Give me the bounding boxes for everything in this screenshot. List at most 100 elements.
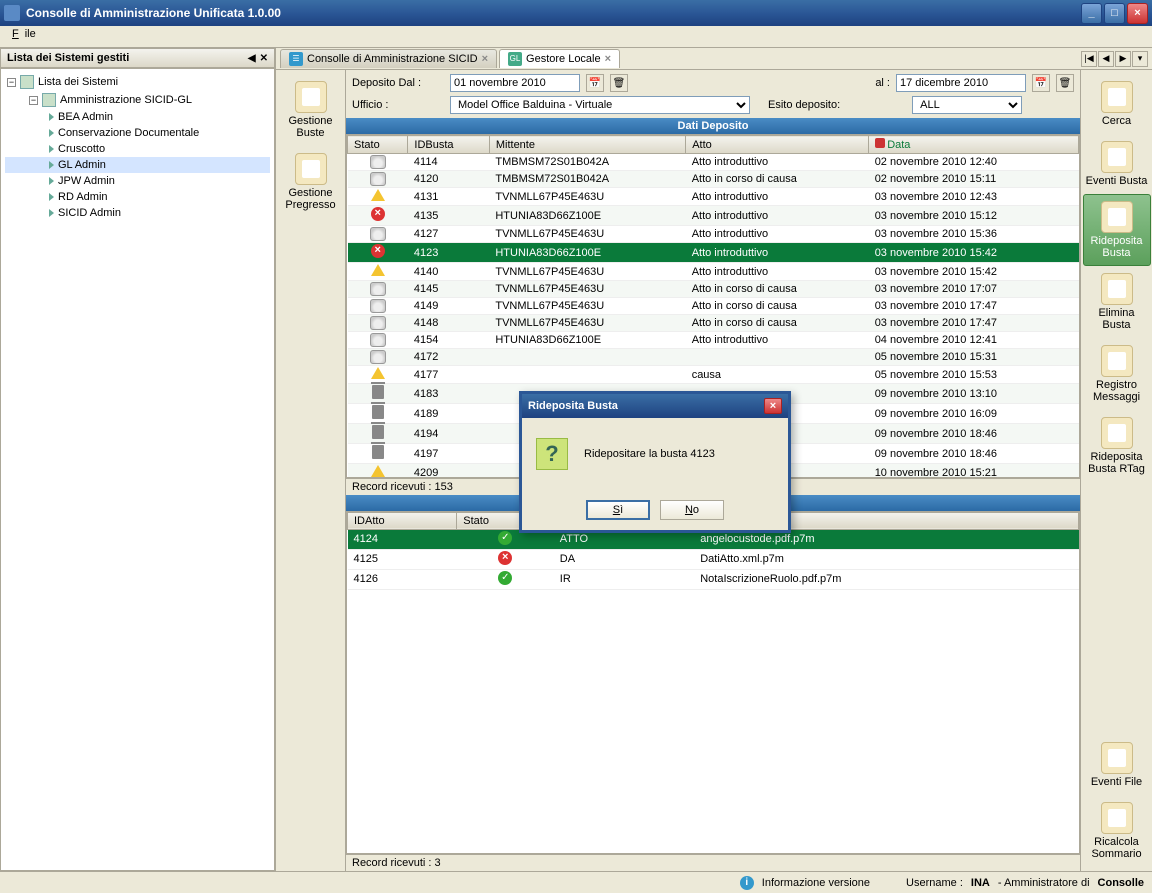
tab-icon: GL [508,52,522,66]
left-panel-title: Lista dei Sistemi gestiti [7,52,129,64]
tree-item-bea-admin[interactable]: BEA Admin [5,109,270,125]
right-tool-rideposita-busta[interactable]: Rideposita Busta [1083,194,1151,266]
table-row[interactable]: 4123HTUNIA83D66Z100EAtto introduttivo03 … [348,243,1079,263]
left-panel-header: Lista dei Sistemi gestiti ◀ ✕ [0,48,275,68]
tab-close-icon[interactable]: × [482,53,488,65]
table-row[interactable]: 4140TVNMLL67P45E463UAtto introduttivo03 … [348,263,1079,281]
table-row[interactable]: 4148TVNMLL67P45E463UAtto in corso di cau… [348,315,1079,332]
side-tool-0[interactable]: Gestione Buste [279,74,343,146]
folder-icon [42,93,56,107]
tool-icon [1101,201,1133,233]
stato-hand-icon [370,299,386,313]
dialog-titlebar: Rideposita Busta × [522,394,788,418]
tab-0[interactable]: ☰Consolle di Amministrazione SICID× [280,49,497,68]
stato-hand-icon [370,316,386,330]
dialog-close-button[interactable]: × [764,398,782,414]
side-tools: Gestione BusteGestione Pregresso [276,70,346,871]
tree-toggle-icon[interactable]: − [7,78,16,87]
tab-nav-menu[interactable]: ▾ [1132,51,1148,67]
minimize-button[interactable]: _ [1081,3,1102,24]
col-mittente[interactable]: Mittente [489,136,685,154]
esito-label: Esito deposito: [768,99,840,111]
col-idatto[interactable]: IDAtto [348,512,457,529]
panel-close-icon[interactable]: ✕ [260,53,268,64]
clear-al-icon[interactable]: 🗑 [1056,74,1074,92]
calendar-icon[interactable]: 📅 [586,74,604,92]
stato-ok-icon [498,571,512,585]
close-button[interactable]: × [1127,3,1148,24]
tab-nav-first[interactable]: |◀ [1081,51,1097,67]
right-tool-ricalcola-sommario[interactable]: Ricalcola Sommario [1083,795,1151,867]
table-row[interactable]: 4114TMBMSM72S01B042AAtto introduttivo02 … [348,154,1079,171]
status-app: Consolle [1098,877,1144,889]
status-info[interactable]: Informazione versione [762,877,870,889]
stato-err-icon [371,207,385,221]
clear-dal-icon[interactable]: 🗑 [610,74,628,92]
rideposita-dialog: Rideposita Busta × ? Ridepositare la bus… [519,391,791,533]
right-tool-cerca[interactable]: Cerca [1083,74,1151,134]
table-row[interactable]: 4149TVNMLL67P45E463UAtto in corso di cau… [348,298,1079,315]
calendar-icon[interactable]: 📅 [1032,74,1050,92]
systems-tree[interactable]: − Lista dei Sistemi − Amministrazione SI… [0,68,275,871]
side-tool-1[interactable]: Gestione Pregresso [279,146,343,218]
table-row[interactable]: 4177causa05 novembre 2010 15:53 [348,366,1079,384]
statusbar: i Informazione versione Username : INA -… [0,871,1152,893]
table-row[interactable]: 4131TVNMLL67P45E463UAtto introduttivo03 … [348,188,1079,206]
tree-item-rd-admin[interactable]: RD Admin [5,189,270,205]
sort-icon [875,138,885,148]
right-tool-elimina-busta[interactable]: Elimina Busta [1083,266,1151,338]
info-icon[interactable]: i [740,876,754,890]
question-icon: ? [536,438,568,470]
maximize-button[interactable]: □ [1104,3,1125,24]
tab-1[interactable]: GLGestore Locale× [499,49,620,68]
tool-icon [1101,802,1133,834]
tab-close-icon[interactable]: × [605,53,611,65]
menu-file[interactable]: File [6,26,48,42]
stato-hand-icon [370,333,386,347]
tree-item-jpw-admin[interactable]: JPW Admin [5,173,270,189]
table-row[interactable]: 4127TVNMLL67P45E463UAtto introduttivo03 … [348,226,1079,243]
tab-nav-prev[interactable]: ◀ [1098,51,1114,67]
tree-node[interactable]: − Amministrazione SICID-GL [5,91,270,109]
stato-ok-icon [498,531,512,545]
tool-icon [1101,345,1133,377]
esito-select[interactable]: ALL [912,96,1022,114]
col-data[interactable]: Data [869,136,1079,154]
al-label: al : [875,77,890,89]
dettaglio-grid[interactable]: IDAttoStatoTipo AttoNome File 4124ATTOan… [346,511,1080,855]
right-tool-registro-messaggi[interactable]: Registro Messaggi [1083,338,1151,410]
tree-item-gl-admin[interactable]: GL Admin [5,157,270,173]
col-stato[interactable]: Stato [348,136,408,154]
table-row[interactable]: 4125DADatiAtto.xml.p7m [348,549,1079,569]
right-tool-eventi-busta[interactable]: Eventi Busta [1083,134,1151,194]
table-row[interactable]: 417205 novembre 2010 15:31 [348,349,1079,366]
col-idbusta[interactable]: IDBusta [408,136,489,154]
col-atto[interactable]: Atto [686,136,869,154]
stato-warn-icon [371,264,385,276]
deposito-dal-input[interactable] [450,74,580,92]
table-row[interactable]: 4126IRNotaIscrizioneRuolo.pdf.p7m [348,569,1079,589]
folder-icon [20,75,34,89]
bullet-icon [49,145,54,153]
filter-bar: Deposito Dal : 📅 🗑 al : 📅 🗑 Ufficio : Mo… [346,70,1080,118]
dialog-no-button[interactable]: No [660,500,724,520]
right-tool-eventi-file[interactable]: Eventi File [1083,735,1151,795]
tree-item-cruscotto[interactable]: Cruscotto [5,141,270,157]
tree-item-sicid-admin[interactable]: SICID Admin [5,205,270,221]
menubar: File [0,26,1152,48]
table-row[interactable]: 4120TMBMSM72S01B042AAtto in corso di cau… [348,171,1079,188]
right-tool-rideposita-busta-rtag[interactable]: Rideposita Busta RTag [1083,410,1151,482]
tab-nav-next[interactable]: ▶ [1115,51,1131,67]
dialog-yes-button[interactable]: Sì [586,500,650,520]
al-input[interactable] [896,74,1026,92]
panel-collapse-icon[interactable]: ◀ [248,53,256,64]
table-row[interactable]: 4135HTUNIA83D66Z100EAtto introduttivo03 … [348,206,1079,226]
tree-toggle-icon[interactable]: − [29,96,38,105]
tree-root[interactable]: − Lista dei Sistemi [5,73,270,91]
table-row[interactable]: 4145TVNMLL67P45E463UAtto in corso di cau… [348,281,1079,298]
dialog-title: Rideposita Busta [528,400,618,412]
table-row[interactable]: 4154HTUNIA83D66Z100EAtto introduttivo04 … [348,332,1079,349]
tree-item-conservazione-documentale[interactable]: Conservazione Documentale [5,125,270,141]
ufficio-select[interactable]: Model Office Balduina - Virtuale [450,96,750,114]
status-user-label: Username : [906,877,963,889]
